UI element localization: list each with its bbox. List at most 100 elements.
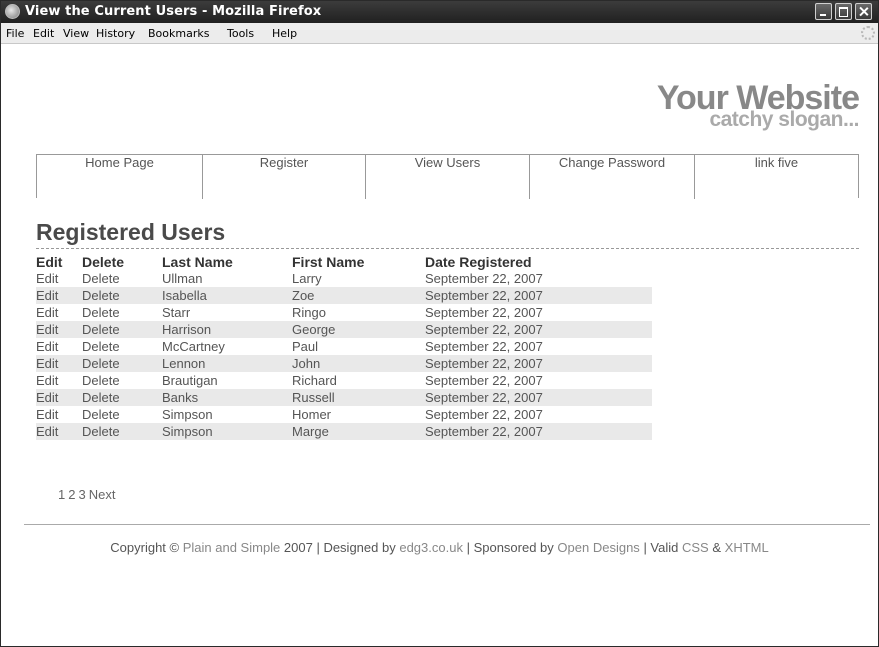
menu-edit[interactable]: Edit bbox=[33, 27, 54, 40]
delete-link[interactable]: Delete bbox=[82, 423, 162, 440]
table-row: Edit Delete McCartney Paul September 22, 200… bbox=[36, 338, 652, 355]
menu-help[interactable]: Help bbox=[272, 27, 297, 40]
page-content: Your Website catchy slogan... Home Page … bbox=[1, 44, 878, 646]
edit-link[interactable]: Edit bbox=[36, 338, 82, 355]
footer-copyright: Copyright © bbox=[110, 540, 180, 555]
last-name-cell: McCartney bbox=[162, 339, 225, 354]
last-name-cell: Ullman bbox=[162, 271, 203, 286]
users-table: Edit Delete Last Name First Name Date Re… bbox=[36, 254, 652, 440]
footer-site-link[interactable]: Plain and Simple bbox=[183, 540, 281, 555]
delete-link[interactable]: Delete bbox=[82, 372, 162, 389]
edit-link[interactable]: Edit bbox=[36, 406, 82, 423]
menu-history[interactable]: History bbox=[96, 27, 135, 40]
col-edit-header: Edit bbox=[36, 254, 63, 270]
users-table-body: Edit Delete Ullman Larry September 22, 2007 E… bbox=[36, 270, 652, 440]
main-nav: Home Page Register View Users Change Pas… bbox=[36, 154, 859, 199]
last-name-cell: Simpson bbox=[162, 407, 213, 422]
pagination: 1 2 3 Next bbox=[58, 487, 118, 502]
maximize-button[interactable] bbox=[835, 3, 852, 20]
delete-link[interactable]: Delete bbox=[82, 287, 162, 304]
footer-designer-link[interactable]: edg3.co.uk bbox=[399, 540, 463, 555]
date-registered-cell: September 22, 2007 bbox=[425, 407, 543, 422]
last-name-cell: Banks bbox=[162, 389, 292, 406]
footer-valid: | Valid bbox=[643, 540, 679, 555]
delete-link[interactable]: Delete bbox=[82, 389, 162, 406]
date-registered-cell: September 22, 2007 bbox=[425, 271, 543, 286]
delete-link[interactable]: Delete bbox=[82, 270, 162, 287]
first-name-cell: John bbox=[292, 355, 425, 372]
table-header-row: Edit Delete Last Name First Name Date Re… bbox=[36, 254, 652, 270]
title-bar[interactable]: View the Current Users - Mozilla Firefox bbox=[1, 1, 878, 23]
page-link-1[interactable]: 1 bbox=[58, 487, 65, 502]
footer-xhtml-link[interactable]: XHTML bbox=[725, 540, 769, 555]
date-registered-cell: September 22, 2007 bbox=[425, 339, 543, 354]
first-name-cell: Marge bbox=[292, 423, 425, 440]
col-last-name-header[interactable]: Last Name bbox=[162, 254, 292, 270]
delete-link[interactable]: Delete bbox=[82, 338, 162, 355]
edit-link[interactable]: Edit bbox=[36, 355, 82, 372]
delete-link[interactable]: Delete bbox=[82, 355, 162, 372]
edit-link[interactable]: Edit bbox=[36, 372, 82, 389]
col-first-name-header[interactable]: First Name bbox=[292, 254, 425, 270]
date-registered-cell: September 22, 2007 bbox=[425, 287, 652, 304]
last-name-cell: Isabella bbox=[162, 287, 292, 304]
page-link-3[interactable]: 3 bbox=[78, 487, 85, 502]
table-row: Edit Delete Banks Russell September 22, 2007 bbox=[36, 389, 652, 406]
delete-link[interactable]: Delete bbox=[82, 304, 162, 321]
last-name-cell: Simpson bbox=[162, 423, 292, 440]
site-slogan: catchy slogan... bbox=[709, 108, 859, 131]
title-divider bbox=[36, 248, 859, 249]
first-name-cell: Homer bbox=[292, 407, 332, 422]
menu-tools[interactable]: Tools bbox=[227, 27, 254, 40]
footer-divider bbox=[24, 524, 870, 525]
table-row: Edit Delete Harrison George September 22, 20… bbox=[36, 321, 652, 338]
footer: Copyright © Plain and Simple 2007 | Desi… bbox=[1, 540, 878, 555]
first-name-cell: Ringo bbox=[292, 305, 326, 320]
nav-home-page[interactable]: Home Page bbox=[37, 155, 202, 199]
col-date-registered-header[interactable]: Date Registered bbox=[425, 254, 652, 270]
page-title: Registered Users bbox=[36, 219, 226, 245]
next-page-link[interactable]: Next bbox=[89, 487, 116, 502]
throbber-icon bbox=[861, 26, 875, 40]
table-row: Edit Delete Simpson Marge September 22, 2007 bbox=[36, 423, 652, 440]
edit-link[interactable]: Edit bbox=[36, 389, 82, 406]
footer-css-link[interactable]: CSS bbox=[682, 540, 709, 555]
close-button[interactable] bbox=[855, 3, 872, 20]
nav-view-users[interactable]: View Users bbox=[366, 155, 529, 199]
first-name-cell: Zoe bbox=[292, 287, 425, 304]
menu-file[interactable]: File bbox=[6, 27, 24, 40]
minimize-button[interactable] bbox=[815, 3, 832, 20]
table-row: Edit Delete Isabella Zoe September 22, 2007 bbox=[36, 287, 652, 304]
firefox-icon bbox=[5, 4, 20, 19]
last-name-cell: Lennon bbox=[162, 355, 292, 372]
date-registered-cell: September 22, 2007 bbox=[425, 423, 652, 440]
edit-link[interactable]: Edit bbox=[36, 270, 82, 287]
first-name-cell: George bbox=[292, 321, 425, 338]
nav-change-password[interactable]: Change Password bbox=[530, 155, 694, 199]
window-title: View the Current Users - Mozilla Firefox bbox=[25, 4, 322, 19]
edit-link[interactable]: Edit bbox=[36, 321, 82, 338]
menu-view[interactable]: View bbox=[63, 27, 89, 40]
footer-amp: & bbox=[712, 540, 722, 555]
table-row: Edit Delete Starr Ringo September 22, 2007 bbox=[36, 304, 652, 321]
delete-link[interactable]: Delete bbox=[82, 406, 162, 423]
footer-sponsor-link[interactable]: Open Designs bbox=[557, 540, 639, 555]
date-registered-cell: September 22, 2007 bbox=[425, 389, 652, 406]
last-name-cell: Harrison bbox=[162, 321, 292, 338]
nav-register[interactable]: Register bbox=[203, 155, 365, 199]
browser-window: View the Current Users - Mozilla Firefox… bbox=[0, 0, 879, 647]
col-delete-header: Delete bbox=[82, 254, 125, 270]
table-row: Edit Delete Ullman Larry September 22, 2007 bbox=[36, 270, 652, 287]
table-row: Edit Delete Lennon John September 22, 2007 bbox=[36, 355, 652, 372]
page-link-2[interactable]: 2 bbox=[68, 487, 75, 502]
first-name-cell: Russell bbox=[292, 389, 425, 406]
edit-link[interactable]: Edit bbox=[36, 304, 82, 321]
delete-link[interactable]: Delete bbox=[82, 321, 162, 338]
nav-link-five[interactable]: link five bbox=[695, 155, 858, 199]
edit-link[interactable]: Edit bbox=[36, 287, 82, 304]
menu-bookmarks[interactable]: Bookmarks bbox=[148, 27, 209, 40]
menu-bar: File Edit View History Bookmarks Tools H… bbox=[1, 23, 878, 44]
edit-link[interactable]: Edit bbox=[36, 423, 82, 440]
last-name-cell: Brautigan bbox=[162, 373, 218, 388]
footer-sponsored-by: | Sponsored by bbox=[466, 540, 554, 555]
